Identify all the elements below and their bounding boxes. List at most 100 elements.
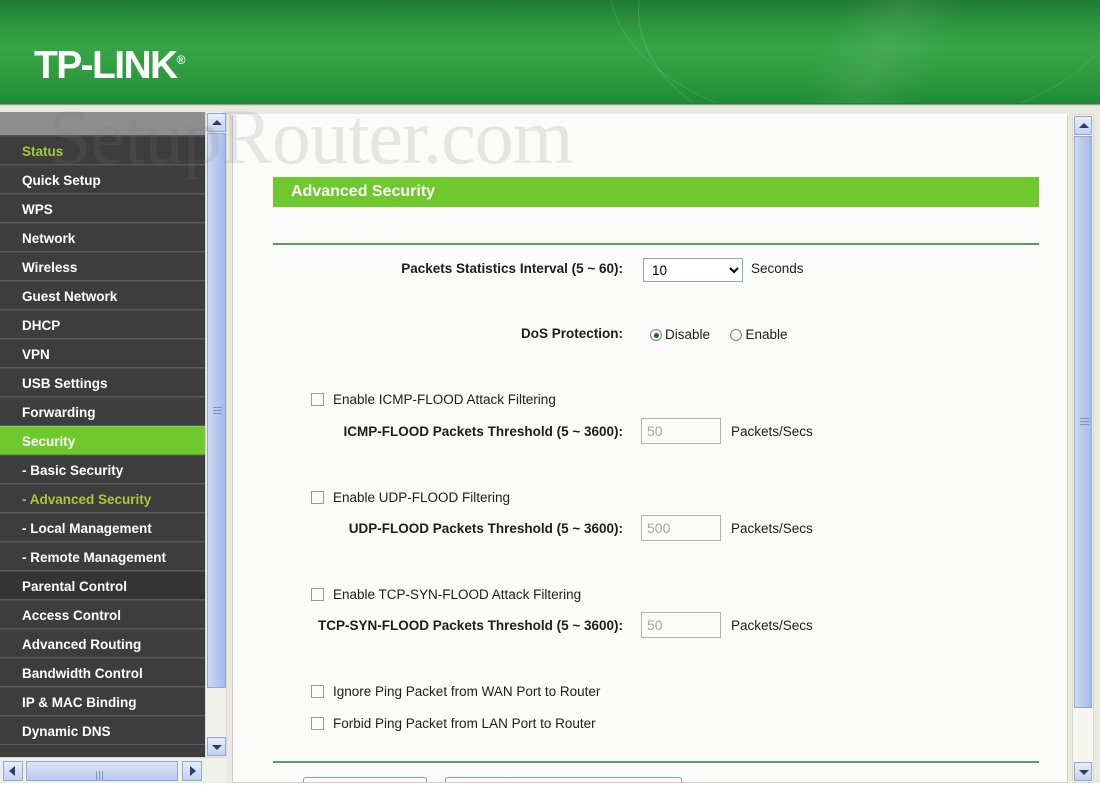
chevron-right-icon [190,766,196,776]
sidebar-item-dynamic-dns[interactable]: Dynamic DNS [0,716,205,745]
chevron-down-icon [212,745,222,750]
brand-name: TP-LINK [34,44,178,87]
tplink-logo: TP-LINK® [34,44,185,88]
tcpsyn-threshold-label: TCP-SYN-FLOOD Packets Threshold (5 ~ 360… [318,618,623,633]
sidebar-item-label: Security [22,434,76,449]
packets-interval-select[interactable]: 5102030405060 [643,258,743,282]
sidebar-item-label: Advanced Routing [22,637,142,652]
sidebar-item-label: Guest Network [22,289,118,304]
dos-protection-option-enable[interactable]: Enable [730,327,788,342]
forbid-ping-lan-row[interactable]: Forbid Ping Packet from LAN Port to Rout… [311,715,596,733]
icmp-threshold-unit: Packets/Secs [731,424,813,439]
sidebar-item-usb-settings[interactable]: USB Settings [0,368,205,397]
sidebar-item-label: WPS [22,202,53,217]
app-header: TP-LINK® [0,0,1100,106]
forbid-ping-lan-checkbox[interactable] [311,717,324,730]
scroll-left-button[interactable] [3,761,23,781]
top-divider [273,243,1039,245]
tcpsyn-threshold-input[interactable]: 50 [641,612,721,638]
horizontal-scroll-thumb[interactable] [26,761,178,781]
sidebar-item-wps[interactable]: WPS [0,194,205,223]
dos-enable-label: Enable [745,327,788,342]
content-scroll-down-button[interactable] [1074,762,1092,781]
tcpsyn-flood-checkbox-row[interactable]: Enable TCP-SYN-FLOOD Attack Filtering [311,586,581,604]
sidebar-item-label: Quick Setup [22,173,101,188]
sidebar-item-basic-security[interactable]: - Basic Security [0,455,205,484]
sidebar-item-ip-mac-binding[interactable]: IP & MAC Binding [0,687,205,716]
sidebar-item-label: DHCP [22,318,61,333]
tcpsyn-flood-checkbox[interactable] [311,588,324,601]
sidebar-item-local-management[interactable]: - Local Management [0,513,205,542]
udp-threshold-input[interactable]: 500 [641,515,721,541]
sidebar-item-advanced-routing[interactable]: Advanced Routing [0,629,205,658]
ignore-ping-wan-checkbox[interactable] [311,685,324,698]
sidebar-item-remote-management[interactable]: - Remote Management [0,542,205,571]
udp-flood-checkbox[interactable] [311,491,324,504]
sidebar-item-wireless[interactable]: Wireless [0,252,205,281]
icmp-flood-checkbox-label: Enable ICMP-FLOOD Attack Filtering [333,392,556,407]
ignore-ping-wan-row[interactable]: Ignore Ping Packet from WAN Port to Rout… [311,683,600,701]
sidebar-item-access-control[interactable]: Access Control [0,600,205,629]
udp-flood-checkbox-row[interactable]: Enable UDP-FLOOD Filtering [311,489,510,507]
udp-threshold-label: UDP-FLOOD Packets Threshold (5 ~ 3600): [348,521,623,536]
sidebar-item-label: Wireless [22,260,78,275]
sidebar-item-label: Bandwidth Control [22,666,143,681]
chevron-left-icon [9,766,15,776]
content-vertical-scrollbar[interactable] [1072,114,1094,783]
tcpsyn-threshold-unit: Packets/Secs [731,618,813,633]
sidebar-vertical-scrollbar[interactable] [205,112,227,757]
packets-interval-unit: Seconds [751,261,804,276]
sidebar-item-label: IP & MAC Binding [22,695,137,710]
sidebar-item-status[interactable]: Status [0,136,205,165]
page-title: Advanced Security [273,177,1039,207]
radio-selected-icon [650,329,662,341]
sidebar-item-label: Access Control [22,608,122,623]
sidebar-item-network[interactable]: Network [0,223,205,252]
content-scroll-thumb[interactable] [1074,136,1092,708]
sidebar-item-label: Parental Control [22,579,128,594]
sidebar-item-label: - Basic Security [22,463,124,478]
sidebar-scroll-thumb[interactable] [207,133,226,688]
icmp-flood-checkbox-row[interactable]: Enable ICMP-FLOOD Attack Filtering [311,391,556,409]
sidebar-horizontal-scrollbar[interactable] [0,757,227,783]
sidebar-scroll-up-button[interactable] [207,113,226,132]
sidebar-item-security[interactable]: Security [0,426,205,455]
sidebar-item-label: VPN [22,347,50,362]
chevron-up-icon [1079,123,1089,128]
dos-protection-radio-group[interactable]: Disable Enable [650,326,804,344]
scroll-right-button[interactable] [182,761,202,781]
sidebar-item-bandwidth-control[interactable]: Bandwidth Control [0,658,205,687]
ignore-ping-wan-label: Ignore Ping Packet from WAN Port to Rout… [333,684,601,699]
sidebar-item-label: - Local Management [22,521,152,536]
sidebar-item-label: Network [22,231,76,246]
udp-threshold-unit: Packets/Secs [731,521,813,536]
sidebar-scroll-down-button[interactable] [207,737,226,756]
grip-icon [213,406,222,415]
blocked-dos-host-list-button[interactable]: Blocked DoS Host List [445,777,682,782]
content-scroll-up-button[interactable] [1074,116,1092,135]
dos-protection-option-disable[interactable]: Disable [650,327,710,342]
icmp-threshold-input[interactable]: 50 [641,418,721,444]
sidebar-item-forwarding[interactable]: Forwarding [0,397,205,426]
sidebar-item-label: Status [22,144,64,159]
dos-protection-label: DoS Protection: [520,326,623,341]
sidebar-item-label: - Advanced Security [22,492,152,507]
sidebar-item-vpn[interactable]: VPN [0,339,205,368]
chevron-down-icon [1079,770,1089,775]
save-button[interactable]: Save [303,777,427,782]
icmp-flood-checkbox[interactable] [311,393,324,406]
sidebar-item-dhcp[interactable]: DHCP [0,310,205,339]
icmp-threshold-label: ICMP-FLOOD Packets Threshold (5 ~ 3600): [343,424,623,439]
sidebar-item-quick-setup[interactable]: Quick Setup [0,165,205,194]
sidebar-item-parental-control[interactable]: Parental Control [0,571,205,600]
radio-unselected-icon [730,329,743,341]
sidebar-item-advanced-security[interactable]: - Advanced Security [0,484,205,513]
packets-interval-label: Packets Statistics Interval (5 ~ 60): [401,261,623,276]
page-body: Status Quick Setup WPS Network Wireless Guest… [0,106,1100,783]
sidebar-nav: Status Quick Setup WPS Network Wireless Guest… [0,112,205,757]
bottom-divider [273,761,1039,763]
udp-flood-checkbox-label: Enable UDP-FLOOD Filtering [333,490,511,505]
sidebar-item-label: Dynamic DNS [22,724,111,739]
sidebar-item-guest-network[interactable]: Guest Network [0,281,205,310]
tcpsyn-flood-checkbox-label: Enable TCP-SYN-FLOOD Attack Filtering [333,587,582,602]
